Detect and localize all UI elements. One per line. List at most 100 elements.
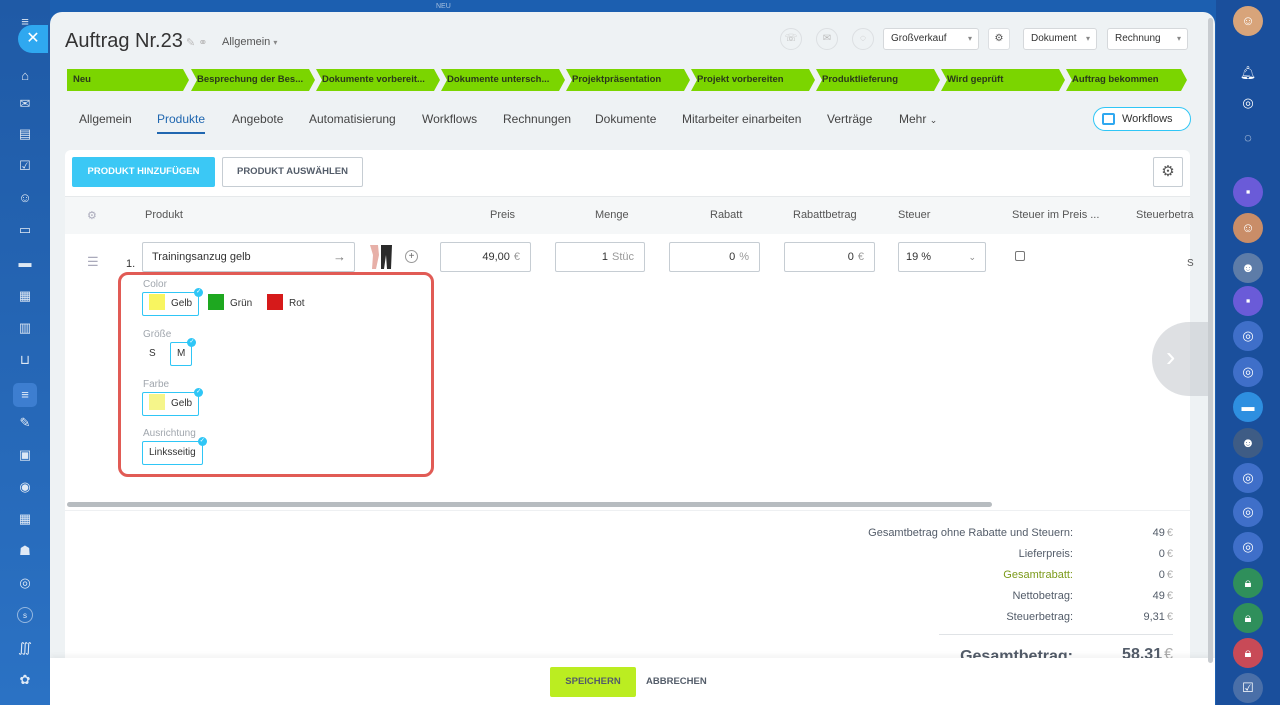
cart-icon[interactable]: ⊔: [17, 352, 33, 368]
tab-mitarbeiter[interactable]: Mitarbeiter einarbeiten: [682, 112, 801, 126]
edit-icon[interactable]: ✎: [17, 415, 33, 431]
tab-allgemein[interactable]: Allgemein: [79, 112, 132, 126]
tax-included-checkbox[interactable]: [1015, 251, 1025, 261]
message-icon[interactable]: ▬: [1233, 392, 1263, 422]
select-product-button[interactable]: PRODUKT AUSWÄHLEN: [222, 157, 363, 187]
product-name-input[interactable]: Trainingsanzug gelb →: [142, 242, 355, 272]
color-option-gelb[interactable]: Gelb ✓: [142, 288, 204, 316]
gear-icon[interactable]: ⚙: [1153, 157, 1183, 187]
mail-icon[interactable]: ✉: [816, 28, 838, 50]
pipeline-select[interactable]: Großverkauf ▾: [883, 28, 979, 50]
activity-icon[interactable]: ◎: [1233, 88, 1263, 118]
group-avatar[interactable]: ☻: [1233, 428, 1263, 458]
calendar-icon[interactable]: ▦: [17, 511, 33, 527]
stage-projekt-vorbereiten[interactable]: Projekt vorbereiten: [691, 69, 815, 91]
app-icon[interactable]: ▪: [1233, 286, 1263, 316]
invoice-select[interactable]: Rechnung ▾: [1107, 28, 1188, 50]
left-sidebar: ≡ ⌂ ✉ ▤ ☑ ☺ ▭ ▬ ▦ ▥ ⊔ ≡ ✎ ▣ ◉ ▦ ☗ ◎ s ∭ …: [0, 0, 50, 705]
channel-icon[interactable]: ◎: [1233, 321, 1263, 351]
stage-projektpraesentation[interactable]: Projektpräsentation: [566, 69, 690, 91]
size-option-s[interactable]: S: [142, 342, 163, 366]
tab-workflows[interactable]: Workflows: [422, 112, 477, 126]
product-thumbnail[interactable]: [366, 241, 396, 271]
tab-angebote[interactable]: Angebote: [232, 112, 283, 126]
arrow-right-icon[interactable]: →: [333, 243, 346, 271]
tab-produkte[interactable]: Produkte: [157, 112, 206, 134]
lock-icon[interactable]: 🔒︎: [1233, 568, 1263, 598]
filter-icon[interactable]: ≡: [13, 383, 37, 407]
cancel-button[interactable]: ABBRECHEN: [646, 667, 707, 697]
analytics-icon[interactable]: ▥: [17, 320, 33, 336]
robot-icon[interactable]: ☗: [17, 543, 33, 559]
color-option-rot[interactable]: Rot: [260, 292, 312, 316]
stage-wird-geprueft[interactable]: Wird geprüft: [941, 69, 1065, 91]
check-icon[interactable]: ☑: [17, 158, 33, 174]
category-dropdown[interactable]: Allgemein ▾: [222, 36, 277, 48]
horizontal-scrollbar[interactable]: [67, 502, 992, 507]
document-select[interactable]: Dokument ▾: [1023, 28, 1097, 50]
price-input[interactable]: 49,00 €: [440, 242, 531, 272]
quantity-input[interactable]: 1 Stüc: [555, 242, 645, 272]
edit-link-icons[interactable]: ✎ ⚭: [186, 36, 208, 49]
market-icon[interactable]: ∭: [17, 640, 33, 656]
channel-icon[interactable]: ◎: [1233, 532, 1263, 562]
stage-besprechung[interactable]: Besprechung der Bes...: [191, 69, 315, 91]
doc-icon[interactable]: ▤: [17, 126, 33, 142]
column-settings-icon[interactable]: ⚙: [87, 209, 97, 222]
save-button[interactable]: SPEICHERN: [550, 667, 636, 697]
tab-automatisierung[interactable]: Automatisierung: [309, 112, 396, 126]
size-label: Größe: [143, 329, 172, 340]
card-icon[interactable]: ▣: [17, 447, 33, 463]
scroll-right-button[interactable]: ›: [1152, 322, 1212, 396]
chat-icon[interactable]: ◌: [852, 28, 874, 50]
color-option-gruen[interactable]: Grün: [201, 292, 259, 316]
chat-bubble-icon[interactable]: ◌: [1233, 123, 1263, 153]
stage-auftrag-bekommen[interactable]: Auftrag bekommen: [1066, 69, 1187, 91]
size-option-m[interactable]: M ✓: [170, 338, 197, 366]
page-title: Auftrag Nr.23: [65, 30, 183, 52]
stage-dokumente-unterschreiben[interactable]: Dokumente untersch...: [441, 69, 565, 91]
total-discount-label[interactable]: Gesamtrabatt:: [1003, 569, 1073, 581]
tax-select[interactable]: 19 % ⌄: [898, 242, 986, 272]
avatar[interactable]: ☺: [1233, 6, 1263, 36]
board-icon[interactable]: ▦: [17, 288, 33, 304]
home-icon[interactable]: ⌂: [17, 68, 33, 84]
tab-dokumente[interactable]: Dokumente: [595, 112, 656, 126]
close-button[interactable]: ✕: [18, 25, 48, 53]
farbe-option-gelb[interactable]: Gelb ✓: [142, 388, 204, 416]
discount-amount-input[interactable]: 0 €: [784, 242, 875, 272]
add-product-button[interactable]: PRODUKT HINZUFÜGEN: [72, 157, 215, 187]
file-icon[interactable]: ▭: [17, 222, 33, 238]
gear-icon[interactable]: ⚙: [988, 28, 1010, 50]
stage-dokumente-vorbereiten[interactable]: Dokumente vorbereit...: [316, 69, 440, 91]
channel-icon[interactable]: ◎: [1233, 463, 1263, 493]
s-icon[interactable]: s: [17, 607, 33, 623]
channel-icon[interactable]: ◎: [1233, 357, 1263, 387]
vertical-scrollbar[interactable]: [1208, 18, 1213, 663]
drive-icon[interactable]: ▬: [17, 255, 33, 271]
bell-icon[interactable]: 🔔︎: [1233, 58, 1263, 88]
add-image-icon[interactable]: +: [405, 250, 418, 263]
chat-icon[interactable]: ✉: [17, 96, 33, 112]
ausrichtung-option-linksseitig[interactable]: Linksseitig ✓: [142, 437, 207, 465]
stage-produktlieferung[interactable]: Produktlieferung: [816, 69, 940, 91]
lock-icon[interactable]: 🔒︎: [1233, 603, 1263, 633]
phone-icon[interactable]: ☏: [780, 28, 802, 50]
contacts-icon[interactable]: ☺: [17, 190, 33, 206]
tab-vertraege[interactable]: Verträge: [827, 112, 872, 126]
tab-rechnungen[interactable]: Rechnungen: [503, 112, 571, 126]
channel-icon[interactable]: ◎: [1233, 497, 1263, 527]
tab-mehr[interactable]: Mehr ⌄: [899, 112, 937, 126]
discount-input[interactable]: 0%: [669, 242, 760, 272]
group-avatar[interactable]: ☻: [1233, 253, 1263, 283]
lock-icon[interactable]: 🔒︎: [1233, 638, 1263, 668]
app-icon[interactable]: ▪: [1233, 177, 1263, 207]
shield-icon[interactable]: ◉: [17, 479, 33, 495]
target-icon[interactable]: ◎: [17, 575, 33, 591]
contact-avatar[interactable]: ☺: [1233, 213, 1263, 243]
task-icon[interactable]: ☑: [1233, 673, 1263, 703]
workflows-button[interactable]: Workflows: [1093, 107, 1191, 131]
drag-handle-icon[interactable]: ☰: [87, 254, 99, 270]
stage-neu[interactable]: Neu: [67, 69, 189, 91]
settings-icon[interactable]: ✿: [17, 672, 33, 688]
